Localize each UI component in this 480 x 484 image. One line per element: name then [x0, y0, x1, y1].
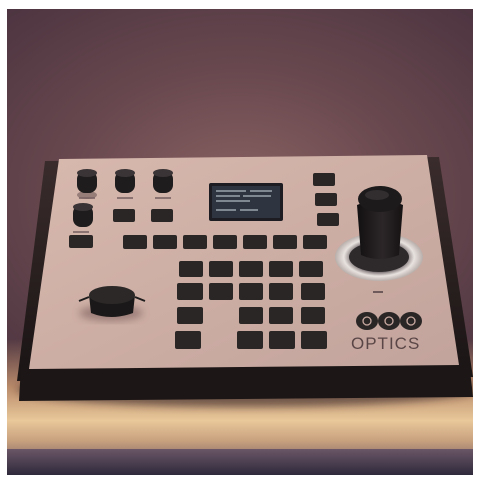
product-photo: OPTICS: [7, 9, 473, 475]
key-upper-2: [151, 209, 173, 222]
key-upper-1: [113, 209, 135, 222]
brand-logo-emblems: [356, 312, 422, 330]
key-right-2: [315, 193, 337, 206]
preset-key-row: [123, 235, 327, 249]
key-upper-3: [69, 235, 93, 248]
key-right-1: [313, 173, 335, 186]
ptz-controller-illustration: OPTICS: [17, 155, 473, 407]
brand-text: OPTICS: [351, 334, 420, 353]
key-right-3: [317, 213, 339, 226]
